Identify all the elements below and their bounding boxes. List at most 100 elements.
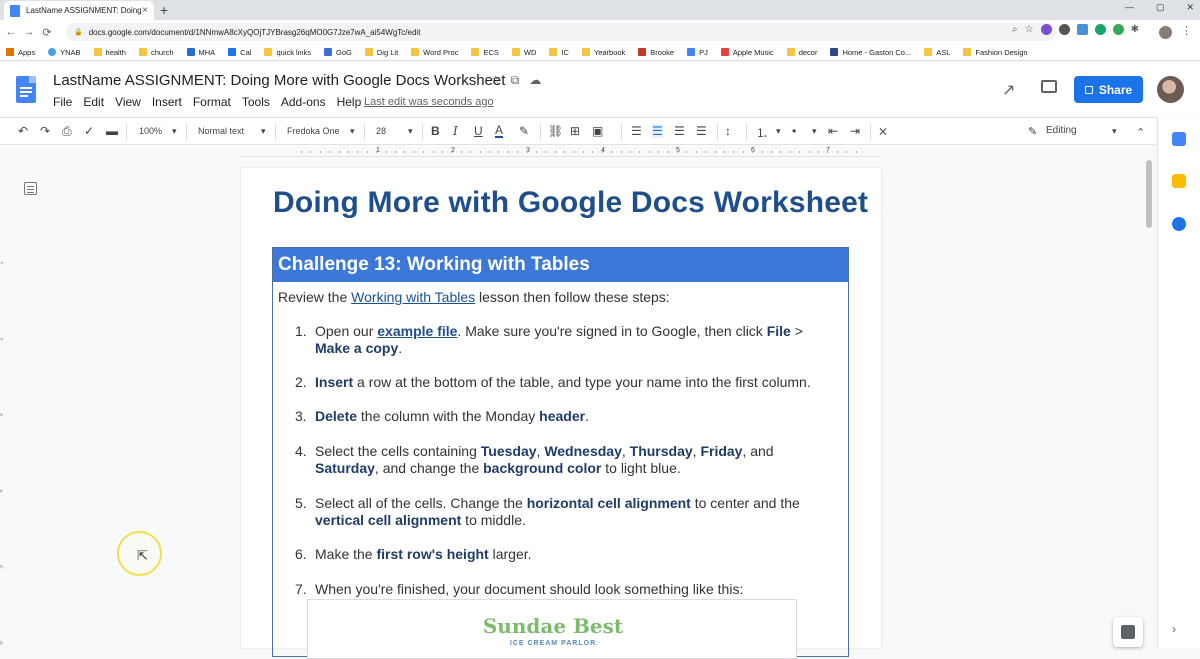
activity-trend-icon[interactable]: ↗: [1002, 80, 1015, 100]
paint-format-icon[interactable]: ▬: [106, 124, 118, 138]
star-icon[interactable]: ☆: [1025, 24, 1034, 35]
menu-edit[interactable]: Edit: [83, 95, 104, 109]
menu-view[interactable]: View: [115, 95, 141, 109]
chevron-up-icon[interactable]: ⌃: [1136, 126, 1145, 139]
bookmark-item[interactable]: Yearbook: [581, 48, 625, 57]
bookmark-item[interactable]: decor: [786, 48, 817, 57]
bookmark-item[interactable]: ASL: [924, 48, 950, 57]
browser-tab[interactable]: LastName ASSIGNMENT: Doing ×: [4, 1, 154, 20]
keep-icon[interactable]: [1172, 174, 1186, 188]
horizontal-ruler[interactable]: 1234567: [241, 147, 881, 157]
zoom-select[interactable]: 100%: [139, 126, 162, 136]
docs-logo-icon[interactable]: [16, 76, 36, 103]
increase-indent-icon[interactable]: ⇥: [850, 124, 860, 138]
vertical-scrollbar[interactable]: [1146, 160, 1152, 228]
editing-mode-select[interactable]: Editing: [1046, 125, 1077, 136]
last-edit-link[interactable]: Last edit was seconds ago: [364, 96, 494, 108]
bookmark-item[interactable]: Dig Lit: [364, 48, 398, 57]
insert-image-icon[interactable]: ▣: [592, 124, 603, 138]
bookmark-item[interactable]: Apps: [6, 48, 35, 57]
menu-help[interactable]: Help: [337, 95, 362, 109]
bookmark-item[interactable]: PJ: [687, 48, 708, 57]
zoom-icon[interactable]: ⌕: [1012, 24, 1018, 35]
share-button[interactable]: Share: [1074, 76, 1143, 103]
bookmark-item[interactable]: health: [93, 48, 126, 57]
calendar-icon[interactable]: [1172, 132, 1186, 146]
menu-insert[interactable]: Insert: [152, 95, 182, 109]
bulleted-list-icon[interactable]: •: [792, 124, 796, 138]
text-color-icon[interactable]: A: [495, 124, 504, 138]
bookmark-item[interactable]: Cal: [228, 48, 251, 57]
extension-icon[interactable]: [1040, 24, 1052, 35]
extension-icon[interactable]: [1076, 24, 1088, 35]
align-right-icon[interactable]: ☰: [674, 124, 685, 138]
grammarly-icon[interactable]: [1094, 24, 1106, 35]
font-size-select[interactable]: 28: [376, 126, 386, 136]
cloud-status-icon[interactable]: ☁: [529, 73, 541, 88]
example-file-link[interactable]: example file: [377, 323, 457, 339]
chevron-down-icon[interactable]: ▾: [812, 126, 817, 137]
chevron-down-icon[interactable]: ▾: [1112, 126, 1117, 137]
spellcheck-icon[interactable]: ✓: [84, 124, 94, 138]
clear-formatting-icon[interactable]: ⨯: [878, 124, 888, 138]
new-tab-button[interactable]: +: [160, 2, 168, 18]
bold-icon[interactable]: B: [431, 124, 440, 138]
move-folder-icon[interactable]: ⧉: [511, 73, 520, 88]
underline-icon[interactable]: U: [474, 124, 483, 138]
undo-icon[interactable]: ↶: [18, 124, 28, 138]
bookmark-item[interactable]: Home - Gaston Co...: [830, 48, 911, 57]
close-window-button[interactable]: ✕: [1186, 2, 1194, 13]
bookmark-item[interactable]: Brooke: [638, 48, 674, 57]
extension-icon[interactable]: [1058, 24, 1070, 35]
minimize-button[interactable]: —: [1125, 2, 1134, 13]
chevron-down-icon[interactable]: ▾: [776, 126, 781, 137]
menu-file[interactable]: File: [53, 95, 72, 109]
italic-icon[interactable]: I: [453, 124, 458, 138]
line-spacing-icon[interactable]: ↕: [725, 124, 731, 138]
tasks-icon[interactable]: [1172, 217, 1186, 231]
highlight-icon[interactable]: ✎: [519, 124, 529, 138]
maximize-button[interactable]: ▢: [1156, 2, 1165, 13]
explore-button[interactable]: [1113, 617, 1143, 647]
challenge-table[interactable]: Challenge 13: Working with Tables Review…: [272, 247, 849, 659]
star-icon[interactable]: ☆: [490, 73, 501, 88]
bookmark-item[interactable]: Word Proc: [411, 48, 458, 57]
bookmark-item[interactable]: MHA: [186, 48, 215, 57]
bookmark-item[interactable]: IC: [549, 48, 569, 57]
chevron-down-icon[interactable]: ▾: [350, 126, 355, 137]
comment-history-icon[interactable]: [1041, 80, 1057, 93]
chevron-down-icon[interactable]: ▾: [172, 126, 177, 137]
bookmark-item[interactable]: GoG: [324, 48, 352, 57]
menu-format[interactable]: Format: [193, 95, 231, 109]
chevron-right-icon[interactable]: ›: [1172, 622, 1176, 636]
bookmark-item[interactable]: YNAB: [48, 48, 81, 57]
chevron-down-icon[interactable]: ▾: [408, 126, 413, 137]
address-bar[interactable]: 🔒 docs.google.com/document/d/1NNmwA8cXyQ…: [66, 23, 1056, 41]
redo-icon[interactable]: ↷: [40, 124, 50, 138]
bookmark-item[interactable]: Fashion Design: [963, 48, 1028, 57]
back-icon[interactable]: ←: [2, 26, 20, 38]
reload-icon[interactable]: ⟳: [38, 26, 56, 39]
numbered-list-icon[interactable]: ⒈: [756, 124, 768, 141]
browser-profile-avatar[interactable]: [1159, 26, 1172, 39]
bookmark-item[interactable]: church: [138, 48, 174, 57]
justify-icon[interactable]: ☰: [696, 124, 707, 138]
add-comment-icon[interactable]: ⊞: [570, 124, 580, 138]
decrease-indent-icon[interactable]: ⇤: [828, 124, 838, 138]
menu-tools[interactable]: Tools: [242, 95, 270, 109]
working-with-tables-link[interactable]: Working with Tables: [351, 289, 475, 305]
chevron-down-icon[interactable]: ▾: [261, 126, 266, 137]
menu-addons[interactable]: Add-ons: [281, 95, 326, 109]
user-avatar[interactable]: [1157, 76, 1184, 103]
link-icon[interactable]: ⛓: [548, 124, 563, 138]
document-title[interactable]: LastName ASSIGNMENT: Doing More with Goo…: [53, 72, 505, 89]
font-select[interactable]: Fredoka One: [287, 126, 340, 136]
align-left-icon[interactable]: ☰: [631, 124, 642, 138]
extensions-puzzle-icon[interactable]: ✱: [1131, 24, 1139, 35]
align-center-icon[interactable]: ☰: [652, 124, 663, 138]
style-select[interactable]: Normal text: [198, 126, 244, 136]
bookmark-item[interactable]: ECS: [471, 48, 499, 57]
bookmark-item[interactable]: Apple Music: [720, 48, 774, 57]
extension-icon[interactable]: [1112, 24, 1124, 35]
browser-menu-icon[interactable]: ⋮: [1181, 24, 1192, 37]
